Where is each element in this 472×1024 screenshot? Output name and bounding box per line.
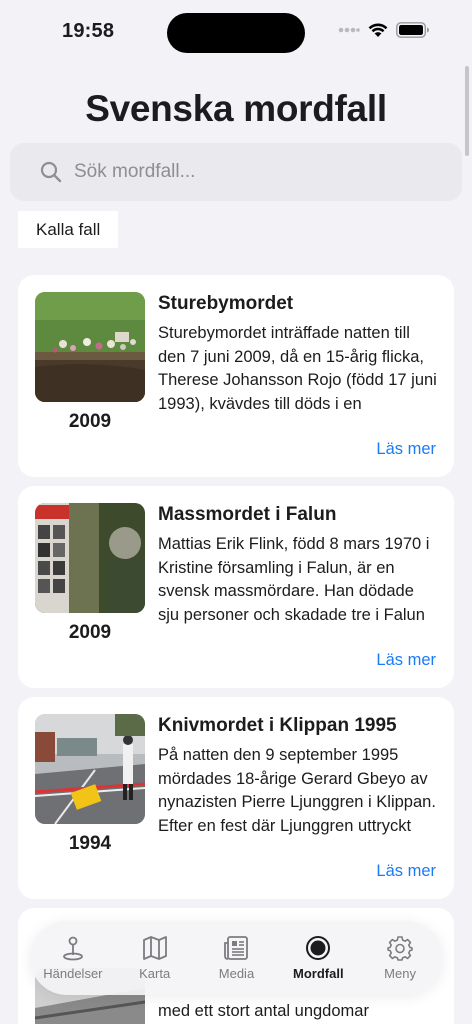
status-time: 19:58 bbox=[62, 20, 115, 42]
map-pin-icon bbox=[62, 936, 83, 961]
status-bar: 19:58 bbox=[0, 0, 472, 62]
tab-label: Media bbox=[218, 966, 255, 981]
case-thumbnail bbox=[35, 503, 145, 613]
wifi-icon bbox=[368, 23, 388, 37]
bottom-tab-bar: Händelser Karta Media Mordfall Meny bbox=[30, 921, 443, 995]
tab-karta[interactable]: Karta bbox=[115, 935, 195, 981]
case-card[interactable]: 1994 Knivmordet i Klippan 1995 På natten… bbox=[18, 697, 454, 899]
gear-icon bbox=[387, 936, 413, 961]
case-title: Massmordet i Falun bbox=[158, 504, 337, 525]
read-more-link[interactable]: Läs mer bbox=[376, 651, 436, 670]
tab-mordfall[interactable]: Mordfall bbox=[278, 935, 358, 981]
page-title: Svenska mordfall bbox=[85, 88, 387, 129]
case-description: På natten den 9 september 1995 mördades … bbox=[158, 746, 436, 835]
read-more-link[interactable]: Läs mer bbox=[376, 862, 436, 881]
case-thumbnail bbox=[35, 292, 145, 402]
case-description: Sturebymordet inträffade natten till den… bbox=[158, 324, 437, 413]
case-description: Mattias Erik Flink, född 8 mars 1970 i K… bbox=[158, 535, 430, 624]
case-title: Knivmordet i Klippan 1995 bbox=[158, 715, 397, 736]
filter-chip-cold-cases[interactable]: Kalla fall bbox=[18, 211, 119, 248]
tab-handelser[interactable]: Händelser bbox=[33, 935, 113, 981]
case-card[interactable]: 2009 Massmordet i Falun Mattias Erik Fli… bbox=[18, 486, 454, 688]
case-year: 2009 bbox=[68, 411, 112, 432]
cellular-signal-icon bbox=[338, 27, 360, 33]
dynamic-island bbox=[167, 13, 305, 53]
tab-meny[interactable]: Meny bbox=[360, 935, 440, 981]
case-description-partial: med ett stort antal ungdomar bbox=[158, 1002, 369, 1020]
search-icon bbox=[40, 161, 62, 183]
tab-media[interactable]: Media bbox=[196, 935, 276, 981]
case-card[interactable]: 2009 Sturebymordet Sturebymordet inträff… bbox=[18, 275, 454, 477]
record-circle-icon bbox=[306, 936, 331, 960]
search-bar[interactable]: Sök mordfall... bbox=[10, 143, 462, 201]
case-year: 2009 bbox=[68, 622, 112, 643]
read-more-link[interactable]: Läs mer bbox=[376, 440, 436, 459]
search-input[interactable]: Sök mordfall... bbox=[74, 161, 195, 183]
newspaper-icon bbox=[224, 936, 249, 960]
battery-icon bbox=[396, 22, 429, 38]
tab-label: Mordfall bbox=[293, 966, 344, 981]
case-thumbnail bbox=[35, 714, 145, 824]
case-year: 1994 bbox=[68, 833, 112, 854]
map-icon bbox=[142, 936, 167, 960]
tab-label: Karta bbox=[139, 966, 171, 981]
tab-label: Händelser bbox=[43, 966, 103, 981]
tab-label: Meny bbox=[384, 966, 416, 981]
case-title: Sturebymordet bbox=[158, 293, 294, 314]
status-icons bbox=[338, 22, 430, 38]
